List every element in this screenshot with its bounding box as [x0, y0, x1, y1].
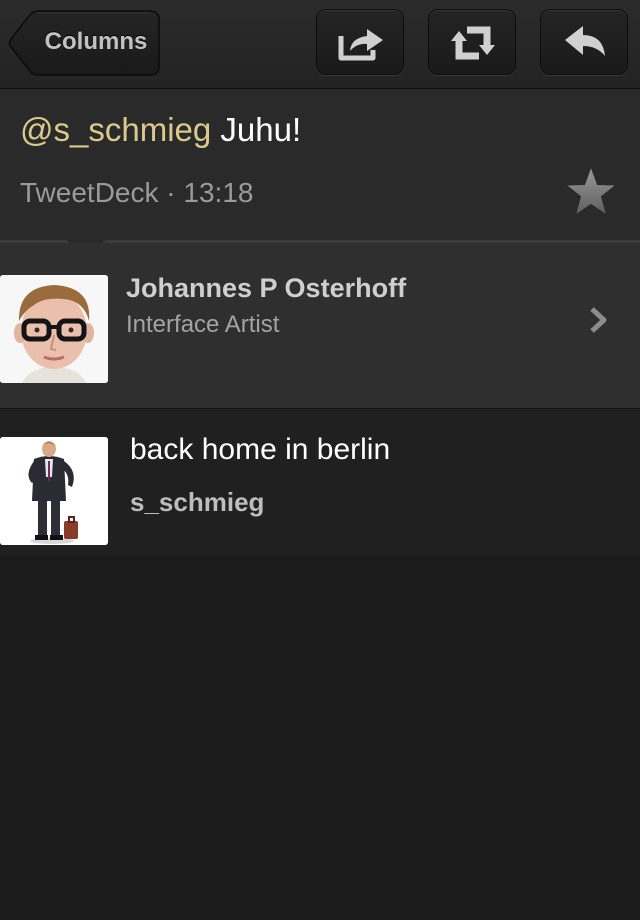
tweet-meta: TweetDeck · 13:18 — [20, 177, 253, 209]
author-bio: Interface Artist — [126, 311, 280, 338]
columns-back-label: Columns — [44, 28, 148, 55]
top-toolbar: Columns — [0, 0, 640, 89]
author-avatar[interactable] — [0, 275, 108, 383]
author-name: Johannes P Osterhoff — [126, 273, 407, 303]
share-button[interactable] — [316, 9, 404, 75]
meta-separator: · — [166, 177, 176, 208]
tweet-time: 13:18 — [183, 177, 254, 208]
mention-link[interactable]: @s_schmieg — [20, 111, 211, 148]
reply-icon — [565, 26, 605, 56]
reply-button[interactable] — [540, 9, 628, 75]
tweet-source: TweetDeck — [20, 177, 159, 208]
in-reply-to-tweet[interactable]: back home in berlin s_schmieg — [0, 409, 640, 556]
share-icon — [338, 29, 383, 61]
retweet-icon — [451, 26, 495, 60]
columns-back-button[interactable]: Columns — [8, 10, 160, 76]
chevron-right-icon — [590, 307, 607, 333]
star-icon[interactable] — [564, 165, 618, 219]
reply-tweet-text: back home in berlin — [130, 433, 391, 466]
tweet-body: Juhu! — [211, 111, 302, 148]
avatar-photo — [0, 275, 108, 383]
tweet-text: @s_schmieg Juhu! — [20, 111, 301, 149]
reply-tweet-avatar[interactable] — [0, 437, 108, 545]
tweet-detail-panel: @s_schmieg Juhu! TweetDeck · 13:18 — [0, 89, 640, 241]
author-profile-row[interactable]: Johannes P Osterhoff Interface Artist — [0, 243, 640, 409]
reply-tweet-username[interactable]: s_schmieg — [130, 487, 264, 518]
avatar-illustration — [0, 437, 108, 545]
retweet-button[interactable] — [428, 9, 516, 75]
tweet-detail-screen: Columns @s_schmieg Juhu! TweetDeck · 13:… — [0, 0, 640, 920]
